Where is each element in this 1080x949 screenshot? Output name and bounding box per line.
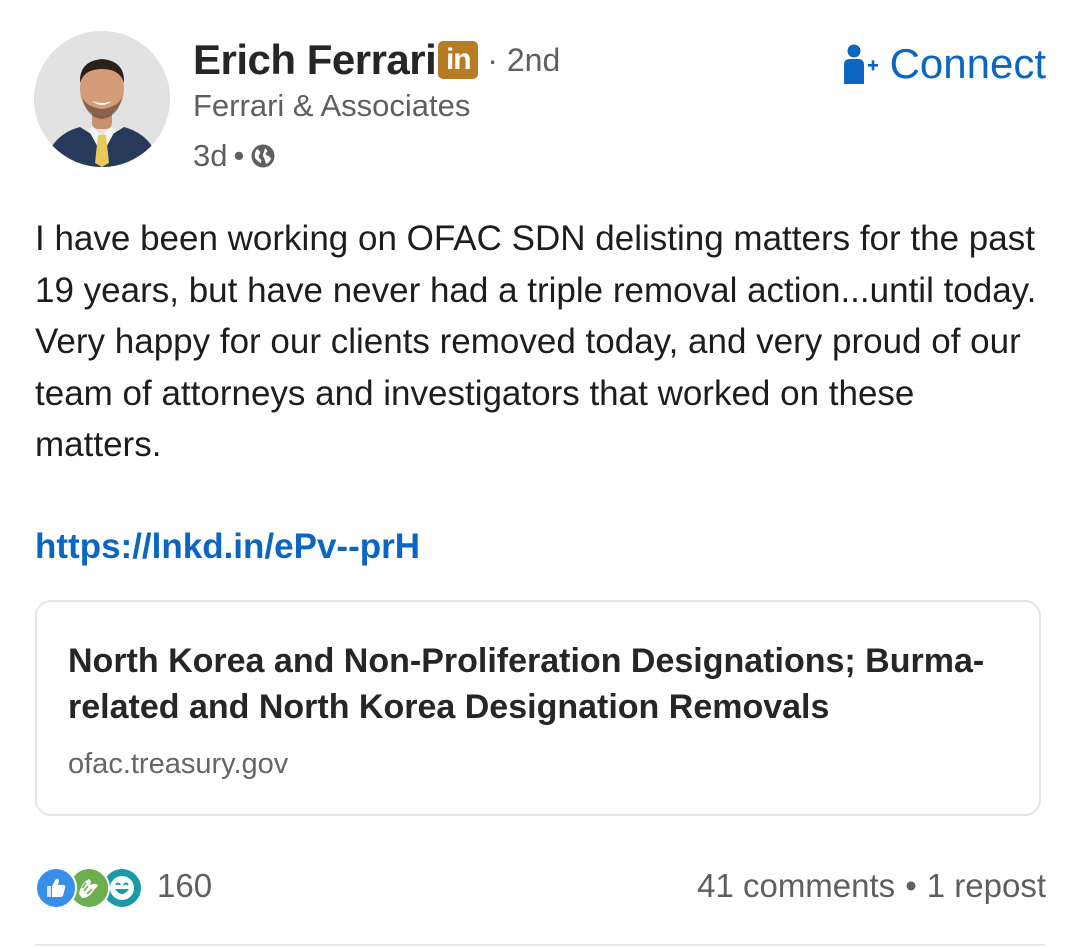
link-preview-card[interactable]: North Korea and Non-Proliferation Design… <box>35 600 1041 816</box>
reposts-count[interactable]: 1 repost <box>927 867 1046 905</box>
reactions-summary[interactable]: 160 <box>35 862 212 910</box>
reaction-icons <box>35 863 147 909</box>
link-card-domain: ofac.treasury.gov <box>68 748 289 780</box>
link-card-title: North Korea and Non-Proliferation Design… <box>68 642 985 726</box>
connect-button[interactable]: Connect <box>842 38 1046 90</box>
profile-photo <box>34 31 170 167</box>
post-meta: 3d • <box>193 136 276 176</box>
person-add-icon <box>842 44 878 84</box>
like-icon <box>35 867 77 909</box>
divider <box>35 944 1045 946</box>
reaction-count: 160 <box>157 867 213 904</box>
connection-degree: · 2nd <box>487 41 561 78</box>
author-header: Erich Ferrari in · 2nd <box>193 32 560 88</box>
engagement-summary: 41 comments • 1 repost <box>697 862 1046 910</box>
post-text: I have been working on OFAC SDN delistin… <box>35 219 1037 464</box>
post-time: 3d <box>193 138 228 173</box>
comments-count[interactable]: 41 comments <box>697 867 895 905</box>
meta-separator: • <box>233 138 245 173</box>
connect-label: Connect <box>889 40 1046 87</box>
author-company: Ferrari & Associates <box>193 88 471 123</box>
post-link[interactable]: https://lnkd.in/ePv--prH <box>35 527 420 567</box>
feed-post: Erich Ferrari in · 2nd Ferrari & Associa… <box>0 0 1080 949</box>
engagement-separator: • <box>905 867 917 904</box>
linkedin-premium-badge: in <box>438 41 479 79</box>
globe-icon <box>250 143 276 169</box>
author-name[interactable]: Erich Ferrari <box>193 36 437 84</box>
author-avatar[interactable] <box>34 31 170 167</box>
